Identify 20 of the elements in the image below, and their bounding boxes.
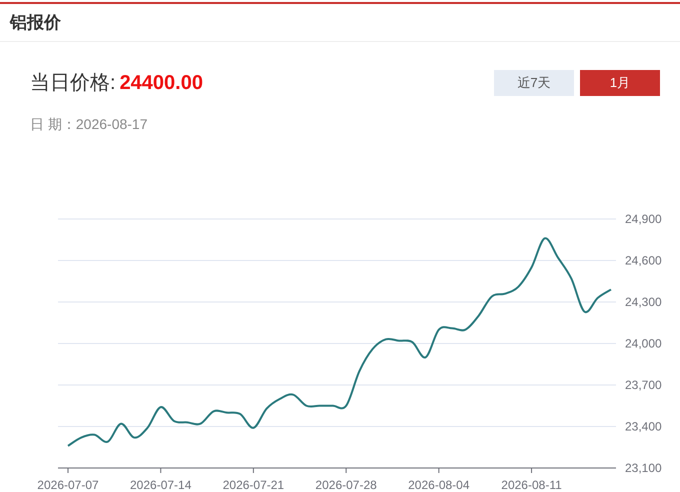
page-title: 铝报价: [10, 12, 61, 34]
y-axis-label: 23,400: [625, 420, 662, 434]
range-tab[interactable]: 1月: [580, 70, 660, 96]
date-value: 2026-08-17: [76, 115, 148, 134]
y-axis-label: 24,300: [625, 295, 662, 309]
date-label: 日 期：: [30, 115, 76, 134]
x-axis-label: 2026-07-21: [222, 478, 284, 492]
price-label: 当日价格:: [30, 71, 116, 96]
y-axis-label: 23,700: [625, 378, 662, 392]
x-axis-label: 2026-08-04: [408, 478, 470, 492]
x-axis-label: 2026-07-07: [37, 478, 99, 492]
y-axis-label: 24,000: [625, 336, 662, 350]
range-tab[interactable]: 近7天: [494, 70, 574, 96]
x-axis-label: 2026-07-14: [130, 478, 192, 492]
y-axis-label: 23,100: [625, 461, 662, 475]
y-axis-label: 24,900: [625, 212, 662, 226]
x-axis-label: 2026-07-28: [315, 478, 377, 492]
x-axis-label: 2026-08-11: [501, 478, 562, 492]
y-axis-label: 24,600: [625, 254, 662, 268]
price-value: 24400.00: [120, 71, 203, 96]
